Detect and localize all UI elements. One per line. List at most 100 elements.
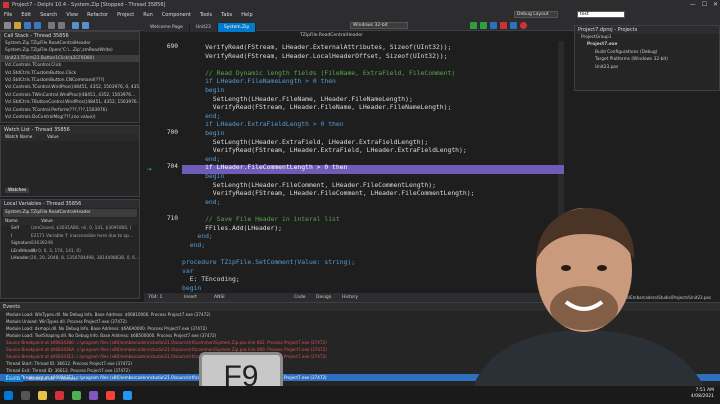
delphi-taskbar-icon[interactable] (55, 390, 64, 400)
code-line[interactable]: begin (182, 129, 224, 138)
call-stack-item[interactable]: System.Zip.TZipFile.ReadCentralHeader (1, 40, 139, 47)
project-group-item[interactable]: ProjectGroup1 (575, 34, 719, 41)
code-line[interactable]: var (182, 267, 194, 276)
tab-system-zip[interactable]: System.Zip (217, 23, 257, 32)
code-line[interactable]: E: TEncoding; (182, 275, 240, 284)
code-line[interactable]: VerifyRead(FStream, LHeader.LocalHeaderO… (182, 52, 447, 61)
tab-threads[interactable]: Threads (60, 377, 77, 382)
close-button[interactable]: ✕ (713, 1, 718, 8)
menu-help[interactable]: Help (241, 12, 252, 18)
code-line[interactable]: if LHeader.ExtraFieldLength > 0 then (182, 120, 344, 129)
code-line[interactable]: end; (182, 241, 205, 250)
outlook-icon[interactable] (123, 390, 132, 400)
local-variable-row[interactable]: Signature 33639248 (1, 240, 139, 248)
local-variable-row[interactable]: LEndHeader (0, 0, 0, 3, 174, 141, 0) (1, 248, 139, 256)
redo-icon[interactable] (58, 22, 65, 29)
method-breadcrumb[interactable]: TZipFile.ReadCentralHeader (300, 33, 363, 38)
call-stack-item[interactable]: Vcl.StdCtrls.TButtonControl.WndProc((484… (1, 99, 139, 106)
app-icon[interactable] (106, 390, 115, 400)
layout-combo[interactable]: Debug Layout (514, 11, 558, 18)
menu-file[interactable]: File (4, 12, 12, 18)
code-line[interactable]: VerifyRead(FStream, LHeader.ExtraField, … (182, 146, 467, 155)
pause-icon[interactable] (490, 22, 497, 29)
code-line[interactable]: begin (182, 172, 224, 181)
menu-search[interactable]: Search (40, 12, 57, 18)
code-line[interactable]: VerifyRead(FStream, LHeader.FileName, LH… (182, 103, 452, 112)
menu-project[interactable]: Project (117, 12, 134, 18)
code-line[interactable]: begin (182, 86, 224, 95)
menu-refactor[interactable]: Refactor (87, 12, 108, 18)
menu-component[interactable]: Component (162, 12, 191, 18)
code-line[interactable]: if LHeader.FileNameLength > 0 then (182, 77, 336, 86)
call-stack-item[interactable]: Vcl.Controls.TWinControl.WndProc((48451,… (1, 92, 139, 99)
search-input[interactable]: test (577, 11, 625, 18)
call-stack-item[interactable]: Vcl.Controls.TControl.Click (1, 62, 139, 69)
local-variable-row[interactable]: Self (zmClosed, $3031AB0, nil, 0, 141, $3… (1, 225, 139, 233)
call-stack-item[interactable]: Vcl.Controls.DoControlMsg(???,(no value)… (1, 114, 139, 121)
tab-history[interactable]: History (342, 293, 358, 302)
platform-combo[interactable]: Windows 32-bit (350, 22, 408, 29)
windows-start-icon[interactable] (4, 390, 13, 400)
call-stack-item[interactable]: Vcl.StdCtrls.TCustomButton.Click (1, 70, 139, 77)
code-line[interactable]: VerifyRead(FStream, LHeader.ExternalAttr… (182, 43, 451, 52)
cursor-position: 704: 1 (148, 295, 163, 300)
tab-welcome-page[interactable]: Welcome Page (144, 23, 190, 32)
maximize-button[interactable]: ☐ (702, 1, 707, 8)
call-stack-item[interactable]: Vcl.Controls.TControl.WndProc((48451, 43… (1, 84, 139, 91)
local-variable-row[interactable]: LHeader (20, 20, 2048, 8, 1350784498, 381… (1, 255, 139, 263)
open-icon[interactable] (14, 22, 21, 29)
target-platforms-item[interactable]: Target Platforms (Windows 32-bit) (575, 56, 719, 63)
teams-icon[interactable] (89, 390, 98, 400)
call-stack-item[interactable]: System.Zip.TZipFile.Open('C:\...Zip',zmR… (1, 47, 139, 54)
save-all-icon[interactable] (34, 22, 41, 29)
menu-run[interactable]: Run (143, 12, 153, 18)
tab-events[interactable]: Events (4, 377, 23, 382)
code-line[interactable]: end; (182, 232, 212, 241)
run-icon[interactable] (470, 22, 477, 29)
step-over-icon[interactable] (510, 22, 517, 29)
tab-breakpoints[interactable]: Breakpoints (29, 377, 55, 382)
tab-unit23[interactable]: Unit23 (189, 23, 218, 32)
file-explorer-icon[interactable] (38, 390, 47, 400)
call-stack-item[interactable]: Vcl.Controls.TControl.Perform(???,???,15… (1, 107, 139, 114)
call-stack-item[interactable]: Unit23.TForm23.Button1Click($2CF9D80) (1, 54, 139, 63)
frame-select[interactable]: System.Zip.TZipFile.ReadCentralHeader (3, 209, 137, 217)
code-line[interactable]: if LHeader.FileCommentLength > 0 then (182, 163, 347, 172)
chrome-icon[interactable] (72, 390, 81, 400)
code-line[interactable]: SetLength(LHeader.FileComment, LHeader.F… (182, 181, 436, 190)
build-icon[interactable] (72, 22, 79, 29)
code-line[interactable]: end; (182, 155, 220, 164)
compile-icon[interactable] (82, 22, 89, 29)
project-exe-item[interactable]: Project7.exe (575, 41, 719, 48)
var-name: Signature (11, 241, 32, 247)
tab-design[interactable]: Design (316, 293, 332, 302)
code-line[interactable]: end; (182, 112, 220, 121)
task-view-icon[interactable] (21, 390, 30, 400)
menu-view[interactable]: View (66, 12, 78, 18)
menu-tools[interactable]: Tools (200, 12, 212, 18)
code-line[interactable]: procedure TZipFile.SetComment(Value: str… (182, 258, 355, 267)
call-stack-item[interactable]: Vcl.StdCtrls.TCustomButton.CNCommand(???… (1, 77, 139, 84)
code-line[interactable]: begin (182, 284, 201, 293)
breakpoint-icon[interactable] (520, 22, 527, 29)
code-line[interactable]: FFiles.Add(LHeader); (182, 224, 282, 233)
code-line[interactable]: SetLength(LHeader.ExtraField, LHeader.Ex… (182, 138, 428, 147)
stop-icon[interactable] (500, 22, 507, 29)
tab-watches[interactable]: Watches (5, 188, 30, 193)
code-line[interactable]: // Save File Header in interal list (182, 215, 340, 224)
code-line[interactable]: // Read Dynamic length fields (FileName,… (182, 69, 455, 78)
tab-code[interactable]: Code (294, 293, 306, 302)
unit23-item[interactable]: Unit23.pas (575, 64, 719, 71)
undo-icon[interactable] (48, 22, 55, 29)
code-line[interactable]: SetLength(LHeader.FileName, LHeader.File… (182, 95, 413, 104)
minimize-button[interactable]: — (690, 1, 696, 8)
menu-tabs[interactable]: Tabs (221, 12, 232, 18)
run-without-debug-icon[interactable] (480, 22, 487, 29)
new-icon[interactable] (4, 22, 11, 29)
menu-edit[interactable]: Edit (21, 12, 31, 18)
code-line[interactable]: VerifyRead(FStream, LHeader.FileComment,… (182, 189, 475, 198)
build-configurations-item[interactable]: Build Configurations (Debug) (575, 49, 719, 56)
code-line[interactable]: end; (182, 198, 220, 207)
save-icon[interactable] (24, 22, 31, 29)
local-variable-row[interactable]: I E2171 Variable 'I' inaccessible here du… (1, 233, 139, 241)
